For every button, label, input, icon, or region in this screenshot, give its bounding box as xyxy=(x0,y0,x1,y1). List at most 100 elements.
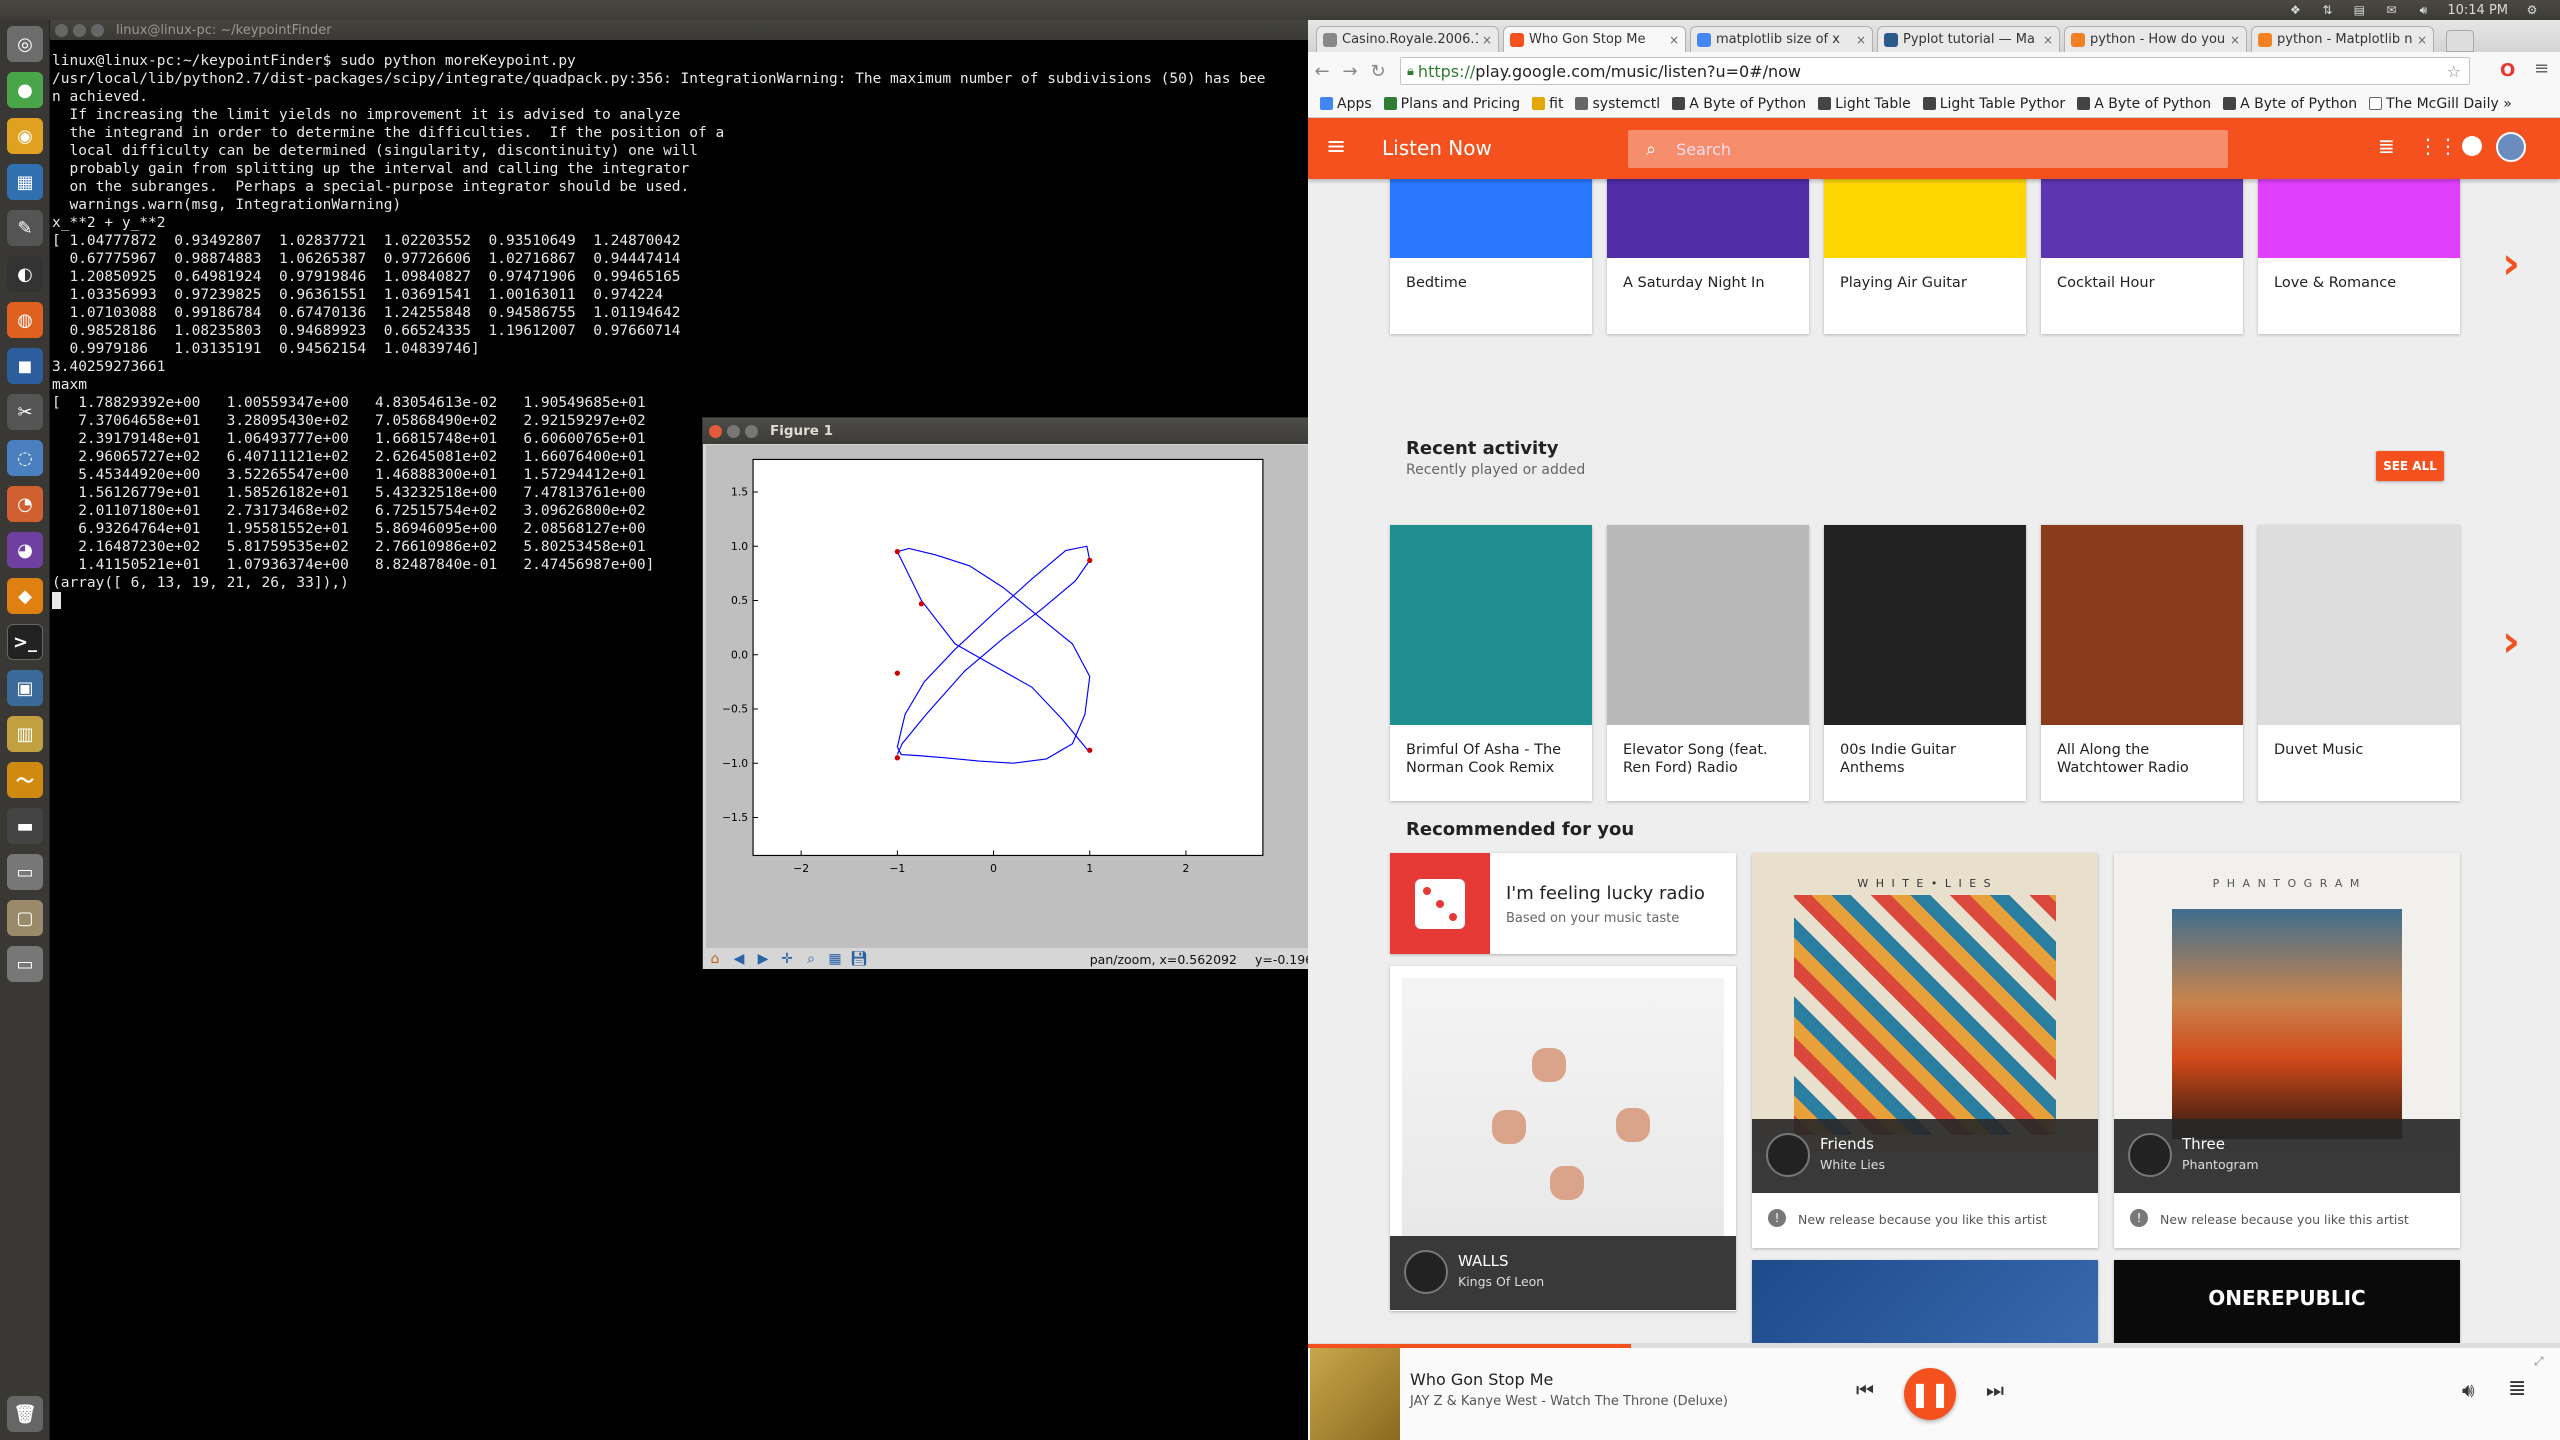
tab[interactable]: python - Matplotlib n × xyxy=(2251,26,2434,52)
trash-icon[interactable]: 🗑︎ xyxy=(7,1396,43,1432)
app-icon-orange[interactable]: ◔ xyxy=(7,486,43,522)
terminal-icon[interactable]: >_ xyxy=(7,624,43,660)
tab[interactable]: python - How do you × xyxy=(2064,26,2247,52)
firefox-icon[interactable]: ◍ xyxy=(7,302,43,338)
browser-window[interactable]: Casino.Royale.2006.1 × Who Gon Stop Me × mat… xyxy=(1308,20,2560,1440)
menu-icon[interactable]: ≡ xyxy=(2534,58,2549,79)
bookmark[interactable]: The McGill Daily » xyxy=(2369,96,2512,112)
dropbox-icon[interactable]: ❖ xyxy=(2287,3,2303,17)
save-icon[interactable]: 💾︎ xyxy=(847,949,871,969)
star-icon[interactable]: ☆ xyxy=(2447,62,2461,81)
playlist-card[interactable]: Elevator Song (feat. Ren Ford) Radio xyxy=(1607,525,1809,801)
tools-icon[interactable]: ✂ xyxy=(7,394,43,430)
next-icon[interactable]: ⏭︎ xyxy=(1986,1378,2004,1402)
home-icon[interactable]: ⌂ xyxy=(703,949,727,969)
volume-icon[interactable]: 🔊︎ xyxy=(2462,1378,2475,1402)
close-icon[interactable]: × xyxy=(2417,33,2427,47)
search-box[interactable]: ⌕ Search xyxy=(1628,130,2228,168)
bookmark[interactable]: fit xyxy=(1532,96,1563,112)
tab[interactable]: Who Gon Stop Me × xyxy=(1503,26,1686,52)
app-icon-globe[interactable]: ◌ xyxy=(7,440,43,476)
forward-icon[interactable]: → xyxy=(1336,61,1364,82)
app-icon-yellow[interactable]: ▥ xyxy=(7,716,43,752)
queue-icon[interactable]: ≣ xyxy=(2378,134,2395,158)
figure-canvas[interactable]: −2 −1 0 1 2 −1.5 −1.0 −0.5 0.0 0.5 1.0 1.5 xyxy=(706,445,1348,948)
close-icon[interactable]: × xyxy=(2043,33,2053,47)
new-tab-button[interactable] xyxy=(2446,30,2474,52)
tab[interactable]: Casino.Royale.2006.1 × xyxy=(1316,26,1499,52)
clock[interactable]: 10:14 PM xyxy=(2447,3,2508,18)
bookmark[interactable]: A Byte of Python xyxy=(2077,96,2211,112)
app-icon-window[interactable]: ▣ xyxy=(7,670,43,706)
maximize-icon[interactable] xyxy=(745,424,758,438)
playlist-card[interactable]: Duvet Music xyxy=(2258,525,2460,801)
now-playing-art[interactable] xyxy=(1310,1348,1400,1440)
queue-icon[interactable]: ≣ xyxy=(2508,1376,2526,1401)
bookmark[interactable]: A Byte of Python xyxy=(2223,96,2357,112)
close-icon[interactable]: × xyxy=(2230,33,2240,47)
expand-icon[interactable]: ⤢ xyxy=(2534,1354,2544,1369)
power-icon[interactable]: ⚙ xyxy=(2524,3,2540,17)
back-icon[interactable]: ← xyxy=(1308,61,1336,82)
app-icon-blue[interactable]: ◼ xyxy=(7,348,43,384)
lucky-radio-card[interactable]: I'm feeling lucky radio Based on your mu… xyxy=(1390,853,1736,954)
hamburger-icon[interactable]: ≡ xyxy=(1326,132,1346,160)
apps-grid-icon[interactable]: ⋮⋮ xyxy=(2418,134,2458,158)
volume-icon[interactable]: 🔊︎ xyxy=(2415,3,2431,17)
close-icon[interactable]: × xyxy=(1856,33,1866,47)
bookmark[interactable]: A Byte of Python xyxy=(1672,96,1806,112)
bookmark[interactable]: Light Table Pythor xyxy=(1922,96,2065,112)
plot[interactable]: −2 −1 0 1 2 −1.5 −1.0 −0.5 0.0 0.5 1.0 1.5 xyxy=(706,445,1348,948)
chevron-right-icon[interactable]: › xyxy=(2502,616,2520,667)
keyboard-icon[interactable]: ▤ xyxy=(2351,3,2367,17)
tab[interactable]: Pyplot tutorial — Ma × xyxy=(1877,26,2060,52)
drive-icon-2[interactable]: ▭ xyxy=(7,946,43,982)
minimize-icon[interactable] xyxy=(727,424,740,438)
opera-icon[interactable]: O xyxy=(2500,60,2515,81)
tab[interactable]: matplotlib size of x × xyxy=(1690,26,1873,52)
steam-icon[interactable]: ◐ xyxy=(7,256,43,292)
playlist-card[interactable]: Brimful Of Asha - The Norman Cook Remix xyxy=(1390,525,1592,801)
reload-icon[interactable]: ↻ xyxy=(1364,61,1392,82)
zoom-icon[interactable]: ⌕ xyxy=(799,949,823,969)
avatar[interactable] xyxy=(2496,132,2526,162)
dash-icon[interactable]: ◎ xyxy=(7,26,43,62)
bookmark[interactable]: systemctl xyxy=(1575,96,1660,112)
network-icon[interactable]: ⇅ xyxy=(2319,3,2335,17)
forward-icon[interactable]: ▶ xyxy=(751,949,775,969)
maximize-icon[interactable] xyxy=(91,23,104,37)
app-icon-orange-2[interactable]: ◆ xyxy=(7,578,43,614)
pause-button[interactable]: ❚❚ xyxy=(1904,1368,1956,1420)
files-icon[interactable]: ▦ xyxy=(7,164,43,200)
walls-card[interactable]: WALLS Kings Of Leon xyxy=(1390,966,1736,1311)
notifications-icon[interactable] xyxy=(2462,136,2482,156)
configure-icon[interactable]: ▦ xyxy=(823,949,847,969)
figure-window[interactable]: Figure 1 −2 −1 0 1 2 −1.5 −1.0 −0.5 0.0 0.5 1.0 1.5… xyxy=(702,417,1352,969)
app-icon-wave[interactable]: 〜 xyxy=(7,762,43,798)
chrome-icon[interactable]: ◉ xyxy=(7,118,43,154)
close-icon[interactable]: × xyxy=(1669,33,1679,47)
app-icon-green[interactable]: ● xyxy=(7,72,43,108)
close-icon[interactable] xyxy=(55,23,68,37)
see-all-button[interactable]: SEE ALL xyxy=(2376,451,2444,481)
playlist-card[interactable]: All Along the Watchtower Radio xyxy=(2041,525,2243,801)
friends-card[interactable]: W H I T E • L I E S Friends White Lies !… xyxy=(1752,853,2098,1248)
playlist-card[interactable]: 00s Indie Guitar Anthems xyxy=(1824,525,2026,801)
mail-icon[interactable]: ✉ xyxy=(2383,3,2399,17)
app-icon-dark[interactable]: ▬ xyxy=(7,808,43,844)
close-icon[interactable]: × xyxy=(1482,33,1492,47)
app-icon-purple[interactable]: ◕ xyxy=(7,532,43,568)
address-bar[interactable]: 🔒︎ https:// play.google.com/music/listen… xyxy=(1400,57,2470,85)
progress-bar[interactable] xyxy=(1308,1344,2560,1348)
bookmark[interactable]: Light Table xyxy=(1818,96,1911,112)
folder-icon[interactable]: ▢ xyxy=(7,900,43,936)
back-icon[interactable]: ◀ xyxy=(727,949,751,969)
previous-icon[interactable]: ⏮︎ xyxy=(1856,1378,1874,1402)
bookmark[interactable]: Plans and Pricing xyxy=(1383,96,1520,112)
close-icon[interactable] xyxy=(709,424,722,438)
song-title[interactable]: Who Gon Stop Me xyxy=(1410,1370,1553,1389)
bookmark[interactable]: Apps xyxy=(1320,96,1372,112)
pan-icon[interactable]: ✛ xyxy=(775,949,799,969)
song-artist[interactable]: JAY Z & Kanye West - Watch The Throne (D… xyxy=(1410,1394,1728,1409)
text-editor-icon[interactable]: ✎ xyxy=(7,210,43,246)
